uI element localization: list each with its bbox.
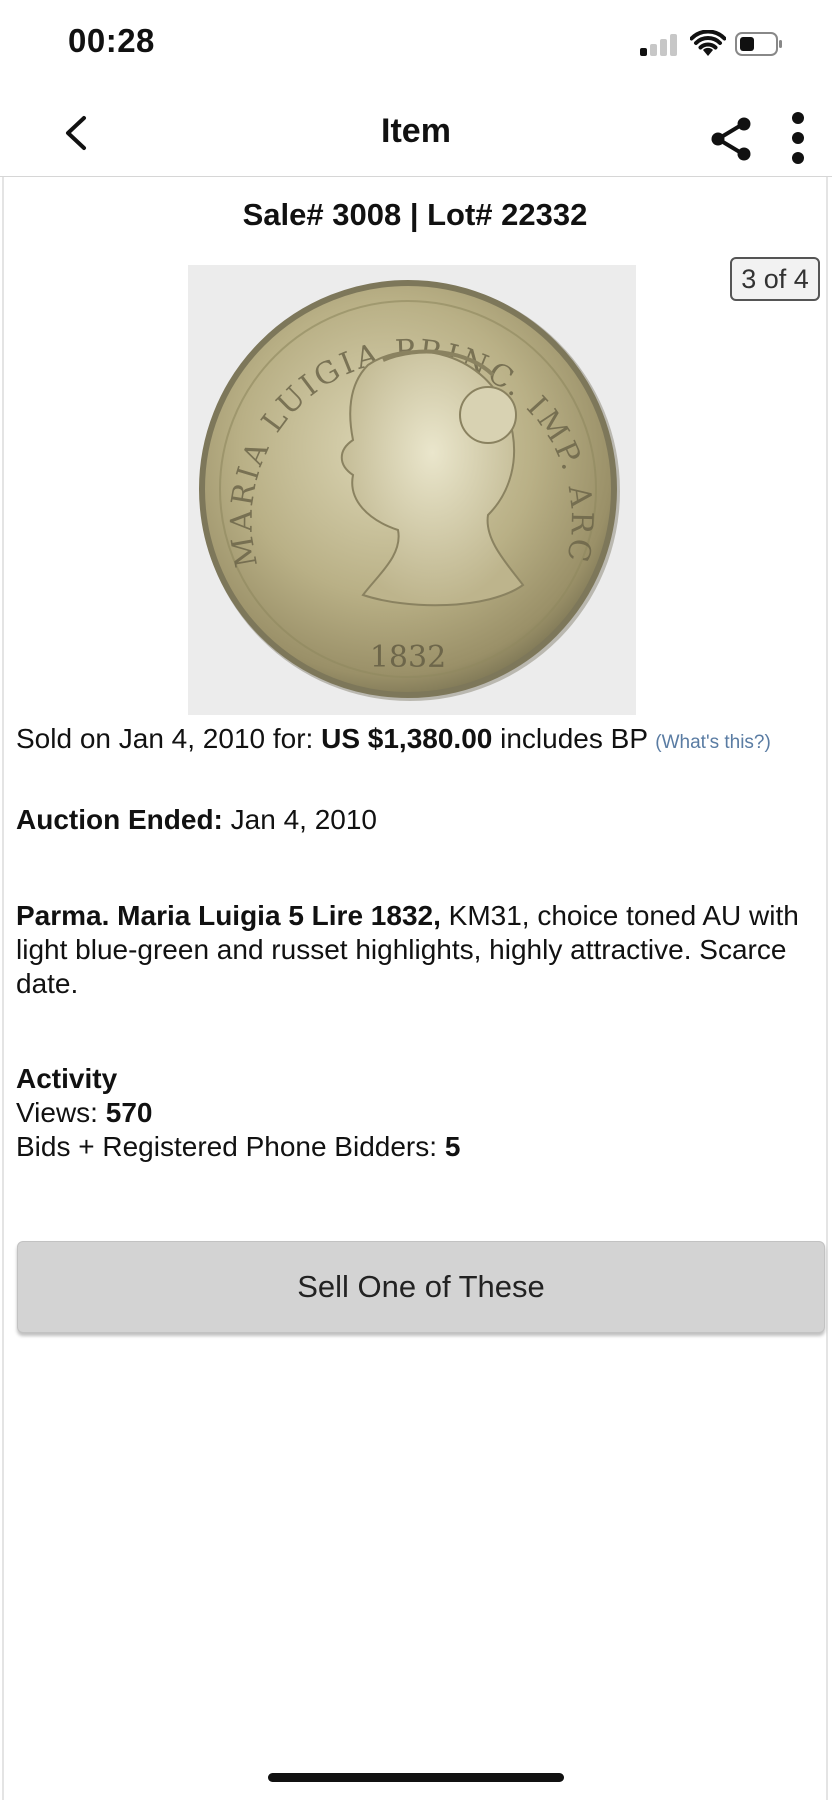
- activity-heading: Activity: [16, 1063, 118, 1094]
- sold-prefix: Sold on Jan 4, 2010 for:: [16, 723, 322, 754]
- auction-ended-date: Jan 4, 2010: [222, 804, 377, 835]
- sold-price: US $1,380.00: [321, 723, 493, 754]
- bids-row: Bids + Registered Phone Bidders: 5: [16, 1130, 460, 1164]
- whats-this-link[interactable]: (What's this?): [655, 732, 771, 753]
- status-bar: 00:28: [0, 0, 832, 90]
- wifi-icon: [690, 30, 726, 56]
- share-icon: [711, 117, 751, 161]
- auction-ended-label: Auction Ended:: [16, 804, 223, 835]
- status-time: 00:28: [68, 22, 155, 59]
- sell-one-button[interactable]: Sell One of These: [17, 1241, 825, 1333]
- image-counter: 3 of 4: [730, 257, 820, 301]
- description-title: Parma. Maria Luigia 5 Lire 1832,: [16, 900, 441, 931]
- coin-date: 1832: [370, 640, 446, 675]
- views-value: 570: [105, 1097, 153, 1128]
- home-indicator: [268, 1773, 564, 1782]
- auction-ended: Auction Ended: Jan 4, 2010: [16, 804, 377, 836]
- more-vertical-icon: [792, 112, 804, 164]
- sold-info: Sold on Jan 4, 2010 for: US $1,380.00 in…: [16, 724, 816, 757]
- battery-icon: [735, 32, 782, 56]
- screen: 00:28 Item Sale# 3008 | Lot# 22332 MARIA…: [0, 0, 832, 1800]
- signal-icon: [640, 32, 680, 56]
- activity-section: Activity Views: 570 Bids + Registered Ph…: [16, 1062, 460, 1164]
- lot-description: Parma. Maria Luigia 5 Lire 1832, KM31, c…: [16, 899, 816, 1001]
- more-options-button[interactable]: [782, 110, 814, 166]
- bp-text: includes BP: [492, 723, 656, 754]
- coin-image: MARIA LUIGIA PRINC. IMP. ARCID. D'AUSTRI…: [174, 238, 620, 701]
- bids-value: 5: [444, 1131, 461, 1162]
- share-button[interactable]: [708, 116, 754, 162]
- item-image[interactable]: MARIA LUIGIA PRINC. IMP. ARCID. D'AUSTRI…: [174, 238, 636, 715]
- lot-title: Sale# 3008 | Lot# 22332: [242, 197, 588, 232]
- item-detail: Sale# 3008 | Lot# 22332 MARIA LUIGIA INC…: [2, 177, 828, 1800]
- views-label: Views:: [16, 1097, 106, 1128]
- nav-bar: Item: [0, 90, 832, 177]
- bids-label: Bids + Registered Phone Bidders:: [16, 1131, 445, 1162]
- views-row: Views: 570: [16, 1096, 460, 1130]
